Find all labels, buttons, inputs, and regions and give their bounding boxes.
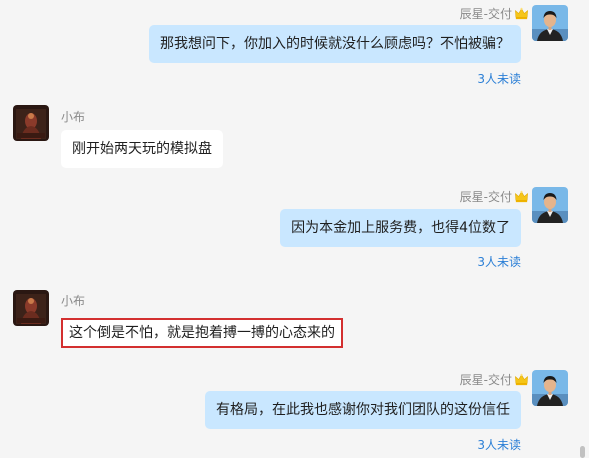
sender-name-text: 辰星-交付 — [459, 373, 512, 387]
read-status[interactable]: 3人未读 — [477, 70, 521, 87]
user-avatar[interactable] — [532, 187, 568, 223]
sender-name-text: 辰星-交付 — [459, 7, 512, 21]
sender-name: 辰星-交付 — [460, 188, 529, 205]
message-bubble-highlighted[interactable]: 这个倒是不怕，就是抱着搏一搏的心态来的 — [61, 318, 343, 348]
user-avatar[interactable] — [532, 370, 568, 406]
crown-badge-icon — [514, 372, 529, 387]
crown-badge-icon — [514, 189, 529, 204]
sender-name: 小布 — [61, 294, 86, 308]
read-status[interactable]: 3人未读 — [477, 436, 521, 453]
read-status[interactable]: 3人未读 — [477, 253, 521, 270]
crown-badge-icon — [514, 6, 529, 21]
contact-avatar[interactable] — [13, 290, 49, 326]
sender-name: 小布 — [61, 110, 86, 124]
sender-name: 辰星-交付 — [460, 371, 529, 388]
sender-name: 辰星-交付 — [460, 5, 529, 22]
sender-name-text: 辰星-交付 — [459, 190, 512, 204]
message-bubble[interactable]: 有格局，在此我也感谢你对我们团队的这份信任 — [205, 391, 521, 429]
message-bubble[interactable]: 刚开始两天玩的模拟盘 — [61, 130, 223, 168]
message-bubble[interactable]: 那我想问下，你加入的时候就没什么顾虑吗？不怕被骗？ — [149, 25, 521, 63]
message-bubble[interactable]: 因为本金加上服务费，也得4位数了 — [280, 209, 521, 247]
user-avatar[interactable] — [532, 5, 568, 41]
scrollbar-thumb[interactable] — [580, 446, 585, 458]
contact-avatar[interactable] — [13, 105, 49, 141]
